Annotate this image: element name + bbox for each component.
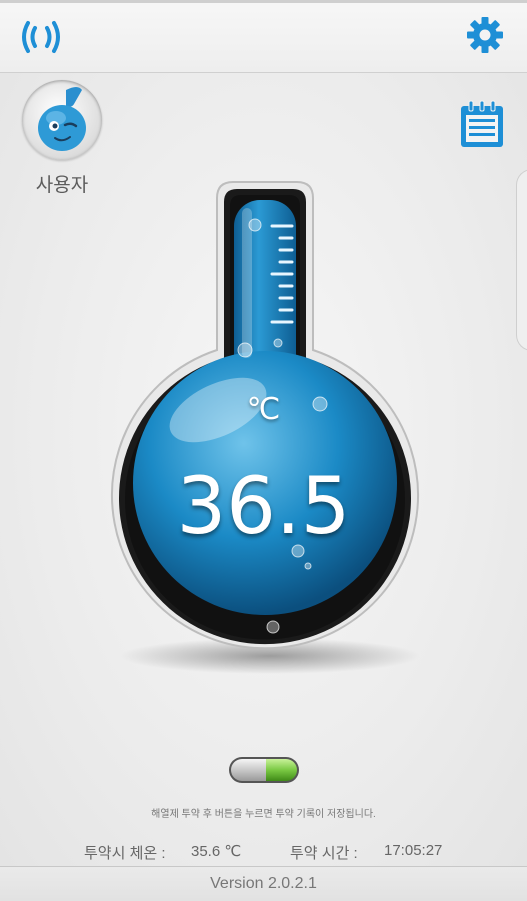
temperature-reading: 36.5 xyxy=(176,462,351,552)
version-footer: Version 2.0.2.1 xyxy=(0,866,527,901)
top-divider xyxy=(0,0,527,3)
user-label: 사용자 xyxy=(35,175,89,196)
side-drawer-handle[interactable] xyxy=(516,169,527,351)
dose-hint-text: 해열제 투약 후 버튼을 누르면 투약 기록이 저장됩니다. xyxy=(151,809,376,820)
thermometer-display xyxy=(100,178,430,678)
dose-temp-value: 35.6 ℃ xyxy=(191,843,242,860)
gear-icon[interactable] xyxy=(462,12,508,58)
top-bar xyxy=(0,0,527,73)
dose-record-toggle[interactable] xyxy=(228,756,300,784)
calendar-list-icon[interactable] xyxy=(456,97,508,151)
dose-info-row: 투약시 체온 : 35.6 ℃ 투약 시간 : 17:05:27 xyxy=(0,842,527,862)
dose-time-label: 투약 시간 : xyxy=(290,845,358,862)
mascot-avatar-icon[interactable] xyxy=(22,80,102,160)
user-profile[interactable]: 사용자 xyxy=(20,80,104,197)
temperature-unit: ℃ xyxy=(246,392,281,427)
dose-temp-label: 투약시 체온 : xyxy=(84,845,166,862)
wireless-signal-icon[interactable] xyxy=(14,16,68,58)
dose-time-value: 17:05:27 xyxy=(384,842,443,859)
